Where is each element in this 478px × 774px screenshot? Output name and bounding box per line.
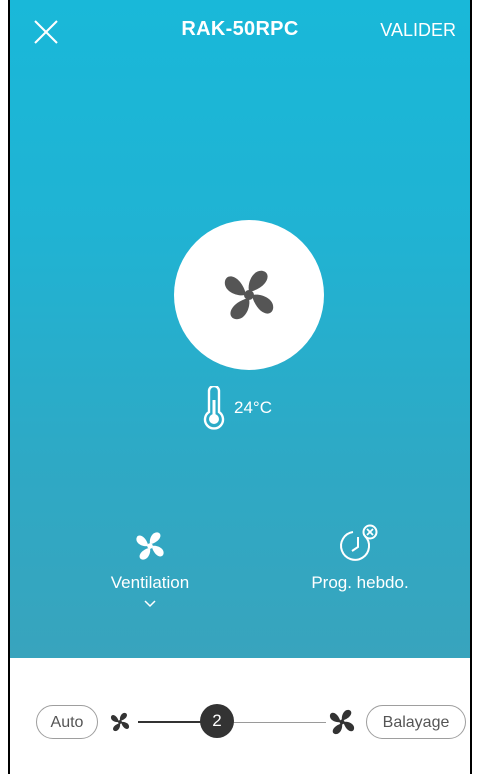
validate-button[interactable]: VALIDER	[380, 20, 456, 41]
frame-border-left	[8, 0, 10, 774]
current-mode-indicator	[174, 220, 324, 370]
header-bar: RAK-50RPC VALIDER	[10, 0, 470, 64]
temperature-value: 24°C	[234, 398, 272, 417]
thermometer-icon	[203, 386, 225, 430]
weekly-schedule-button[interactable]: Prog. hebdo.	[280, 524, 440, 593]
speed-slider-track[interactable]	[230, 722, 326, 723]
mode-label: Ventilation	[110, 573, 190, 592]
fan-low-icon	[110, 712, 130, 732]
temperature-readout: 24°C	[200, 384, 272, 432]
chevron-down-icon	[70, 595, 230, 613]
status-panel: RAK-50RPC VALIDER 24°C Ventilation Prog.…	[10, 0, 470, 658]
auto-speed-button[interactable]: Auto	[36, 705, 98, 739]
swing-button[interactable]: Balayage	[366, 705, 466, 739]
app-screen: RAK-50RPC VALIDER 24°C Ventilation Prog.…	[0, 0, 478, 774]
speed-slider-track-filled[interactable]	[138, 721, 206, 723]
frame-border-right	[470, 0, 472, 774]
mode-selector[interactable]: Ventilation	[70, 528, 230, 613]
speed-slider-knob[interactable]: 2	[200, 704, 234, 738]
schedule-off-icon	[340, 524, 378, 561]
fan-speed-panel: Auto 2 Balayage	[10, 658, 470, 774]
fan-high-icon	[329, 709, 355, 735]
fan-icon	[136, 532, 164, 560]
schedule-label: Prog. hebdo.	[311, 573, 409, 592]
fan-icon	[224, 270, 274, 320]
